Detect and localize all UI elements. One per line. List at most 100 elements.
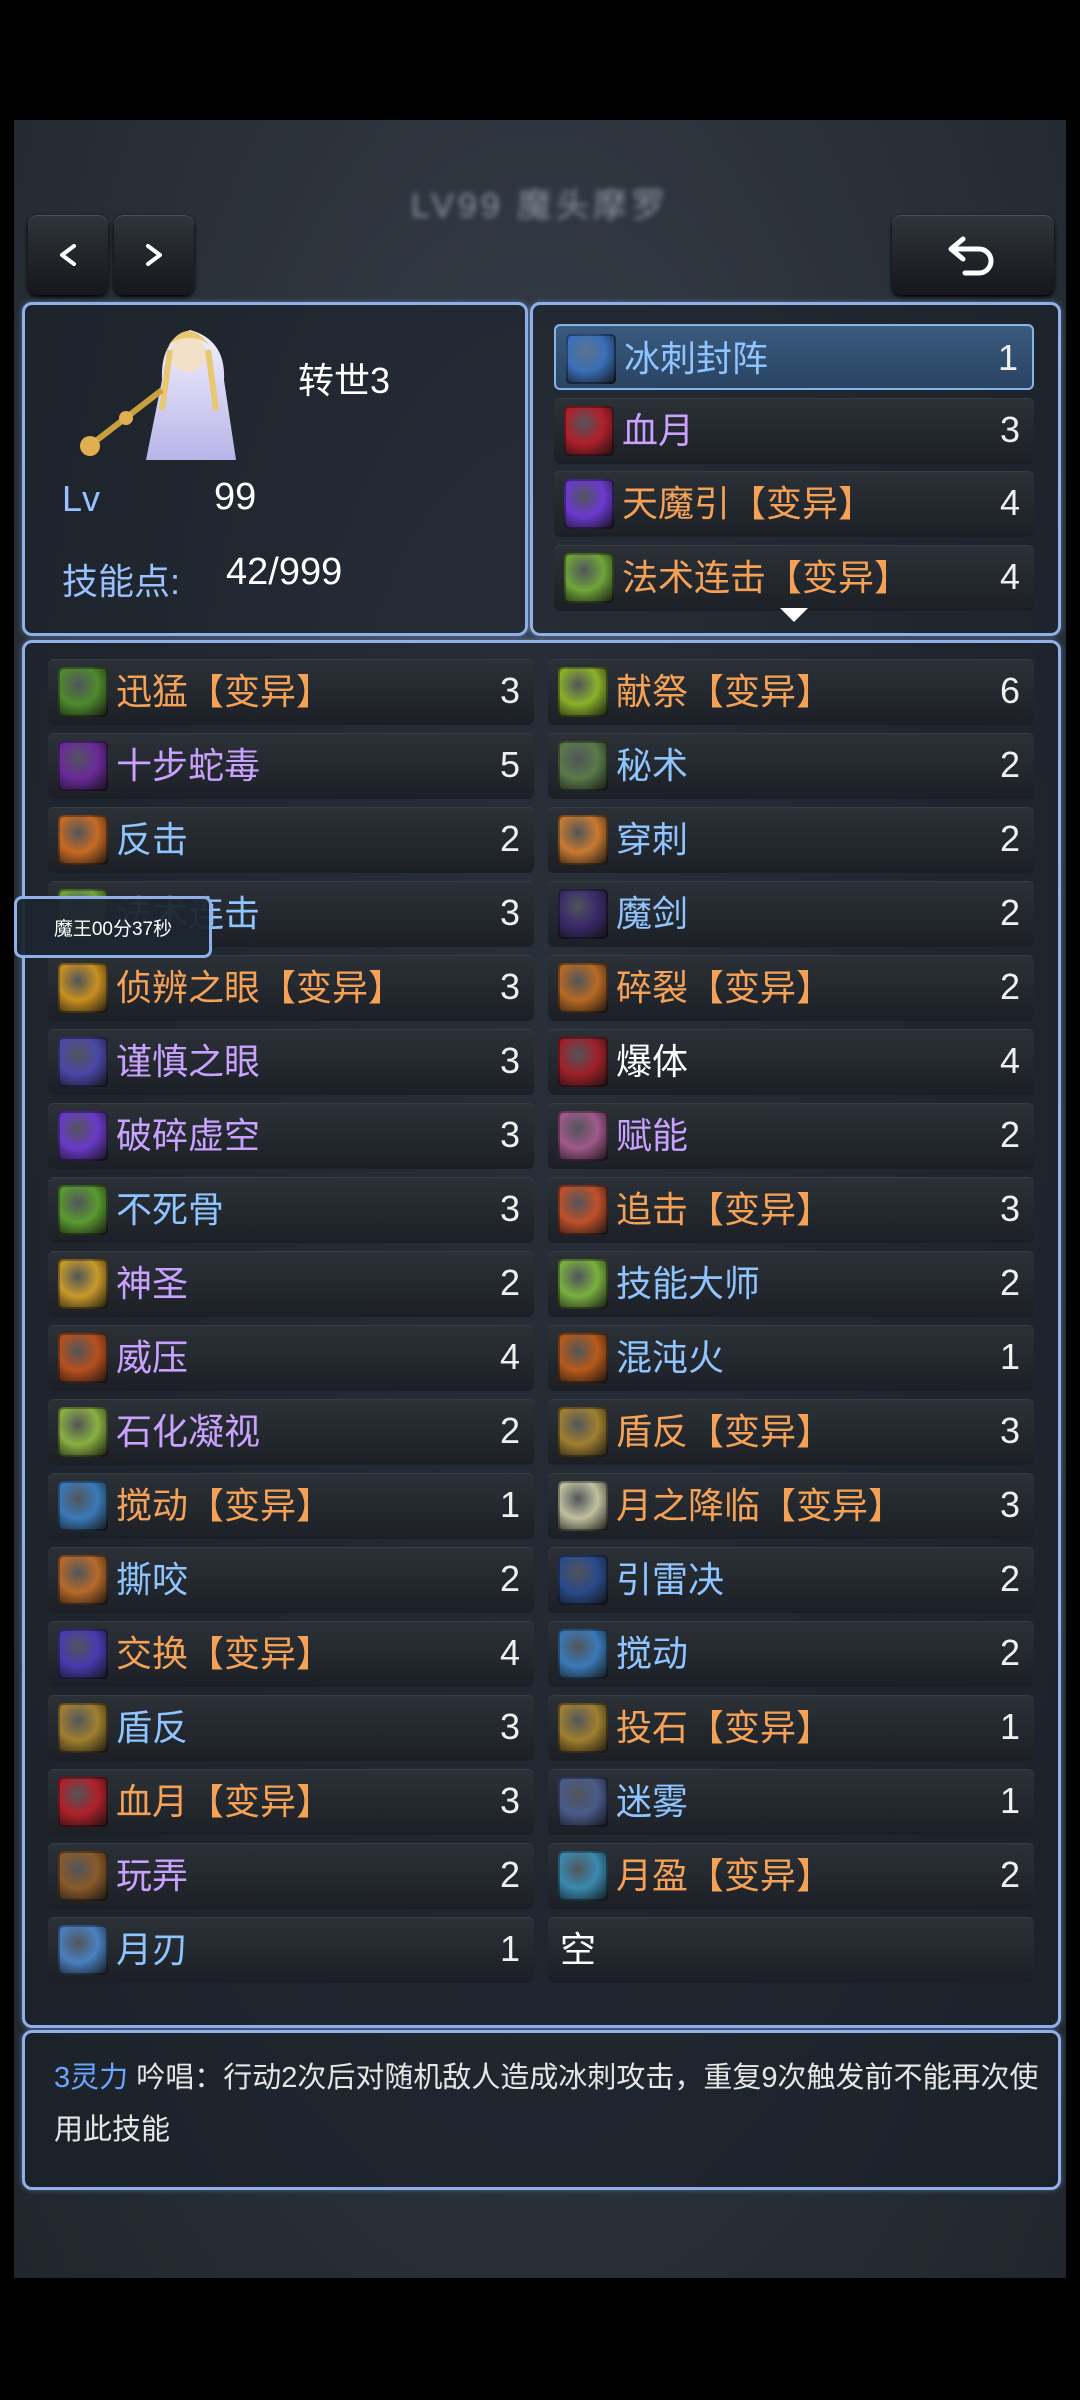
skill-row[interactable]: 法术连击【变异】 4 [554, 544, 1034, 611]
return-arrow-icon [948, 236, 994, 276]
skill-name: 玩弄 [116, 1855, 189, 1896]
skill-icon [558, 1703, 608, 1753]
skill-icon [558, 1555, 608, 1605]
skill-row[interactable]: 玩弄 2 [48, 1843, 534, 1909]
skill-row[interactable]: 魔剑 2 [548, 881, 1034, 947]
skill-row[interactable]: 秘术 2 [548, 733, 1034, 799]
skill-name: 十步蛇毒 [116, 745, 261, 786]
skill-level: 1 [999, 1780, 1020, 1821]
skill-row[interactable]: 十步蛇毒 5 [48, 733, 534, 799]
skill-icon [58, 1333, 108, 1383]
skill-name: 反击 [116, 819, 189, 860]
skill-row[interactable]: 技能大师 2 [548, 1251, 1034, 1317]
skill-icon [58, 1555, 108, 1605]
skill-row[interactable]: 迅猛【变异】 3 [48, 659, 534, 725]
skill-level: 3 [499, 1188, 520, 1229]
skill-icon [558, 889, 608, 939]
skill-name: 月之降临【变异】 [616, 1485, 905, 1526]
skill-row[interactable]: 月盈【变异】 2 [548, 1843, 1034, 1909]
skill-row[interactable]: 引雷决 2 [548, 1547, 1034, 1613]
skill-icon [558, 1481, 608, 1531]
skill-row[interactable]: 血月【变异】 3 [48, 1769, 534, 1835]
character-portrait [80, 330, 236, 460]
skill-icon [558, 1333, 608, 1383]
skill-row[interactable]: 交换【变异】 4 [48, 1621, 534, 1687]
skill-icon [558, 1185, 608, 1235]
skill-name: 法术连击【变异】 [622, 556, 911, 598]
level-label: Lv [62, 478, 101, 519]
skill-row[interactable]: 献祭【变异】 6 [548, 659, 1034, 725]
skill-name: 空 [560, 1929, 597, 1970]
skill-name: 魔剑 [616, 893, 689, 934]
skill-row[interactable]: 侦辨之眼【变异】 3 [48, 955, 534, 1021]
skill-icon [58, 1259, 108, 1309]
skill-row[interactable]: 追击【变异】 3 [548, 1177, 1034, 1243]
skill-row[interactable]: 血月 3 [554, 397, 1034, 464]
skill-row[interactable]: 神圣 2 [48, 1251, 534, 1317]
skill-row[interactable]: 盾反 3 [48, 1695, 534, 1761]
skill-name: 迅猛【变异】 [116, 671, 333, 712]
skill-icon [558, 1111, 608, 1161]
skill-icon [566, 334, 616, 384]
skill-level: 2 [999, 1854, 1020, 1895]
skill-row[interactable]: 石化凝视 2 [48, 1399, 534, 1465]
skill-name: 迷雾 [616, 1781, 689, 1822]
skill-level: 3 [499, 1114, 520, 1155]
skill-row[interactable]: 搅动【变异】 1 [48, 1473, 534, 1539]
skill-row[interactable]: 威压 4 [48, 1325, 534, 1391]
skill-level: 2 [999, 1632, 1020, 1673]
skill-name: 血月【变异】 [116, 1781, 333, 1822]
skill-name: 追击【变异】 [616, 1189, 833, 1230]
back-button[interactable] [892, 215, 1054, 295]
skill-row[interactable]: 投石【变异】 1 [548, 1695, 1034, 1761]
skill-icon [58, 1185, 108, 1235]
skill-level: 4 [999, 555, 1020, 597]
skill-name: 石化凝视 [116, 1411, 261, 1452]
skill-icon [58, 667, 108, 717]
skill-row[interactable]: 月之降临【变异】 3 [548, 1473, 1034, 1539]
dropdown-arrow-icon[interactable] [780, 608, 808, 622]
skill-level: 5 [499, 744, 520, 785]
skill-name: 天魔引【变异】 [622, 483, 875, 524]
skill-row[interactable]: 碎裂【变异】 2 [548, 955, 1034, 1021]
skill-level: 2 [499, 818, 520, 859]
skill-icon [58, 1481, 108, 1531]
empty-skill-slot[interactable]: 空 [548, 1917, 1034, 1983]
next-button[interactable] [114, 215, 194, 295]
skill-level: 2 [999, 1262, 1020, 1303]
skill-icon [558, 667, 608, 717]
skill-points-label: 技能点: [62, 561, 181, 602]
skill-row[interactable]: 破碎虚空 3 [48, 1103, 534, 1169]
prev-button[interactable] [28, 215, 108, 295]
skill-name: 破碎虚空 [116, 1115, 261, 1156]
skill-row[interactable]: 天魔引【变异】 4 [554, 471, 1034, 537]
skill-name: 赋能 [616, 1115, 689, 1156]
skill-row[interactable]: 爆体 4 [548, 1029, 1034, 1095]
skill-level: 1 [999, 1706, 1020, 1747]
skill-icon [58, 1851, 108, 1901]
skill-row[interactable]: 盾反【变异】 3 [548, 1399, 1034, 1465]
skill-row[interactable]: 混沌火 1 [548, 1325, 1034, 1391]
skill-cost: 3灵力 [54, 2062, 129, 2094]
skill-name: 月盈【变异】 [616, 1855, 833, 1896]
skill-row[interactable]: 反击 2 [48, 807, 534, 873]
skill-level: 3 [999, 1484, 1020, 1525]
skill-row[interactable]: 谨慎之眼 3 [48, 1029, 534, 1095]
skill-icon [58, 1111, 108, 1161]
skill-row[interactable]: 月刃 1 [48, 1917, 534, 1983]
skill-icon [558, 741, 608, 791]
chevron-left-icon [60, 244, 76, 266]
skill-row[interactable]: 不死骨 3 [48, 1177, 534, 1243]
skill-row[interactable]: 迷雾 1 [548, 1769, 1034, 1835]
skill-row[interactable]: 穿刺 2 [548, 807, 1034, 873]
skill-row[interactable]: 冰刺封阵 1 [554, 324, 1034, 390]
skill-icon [558, 1407, 608, 1457]
skill-row[interactable]: 赋能 2 [548, 1103, 1034, 1169]
skill-name: 交换【变异】 [116, 1633, 333, 1674]
skill-level: 1 [997, 337, 1018, 378]
skill-row[interactable]: 搅动 2 [548, 1621, 1034, 1687]
boss-timer-tooltip: 魔王00分37秒 [14, 896, 212, 958]
skill-level: 3 [499, 1780, 520, 1821]
skill-row[interactable]: 撕咬 2 [48, 1547, 534, 1613]
skill-description: 3灵力 吟唱：行动2次后对随机敌人造成冰刺攻击，重复9次触发前不能再次使用此技能 [54, 2052, 1044, 2156]
